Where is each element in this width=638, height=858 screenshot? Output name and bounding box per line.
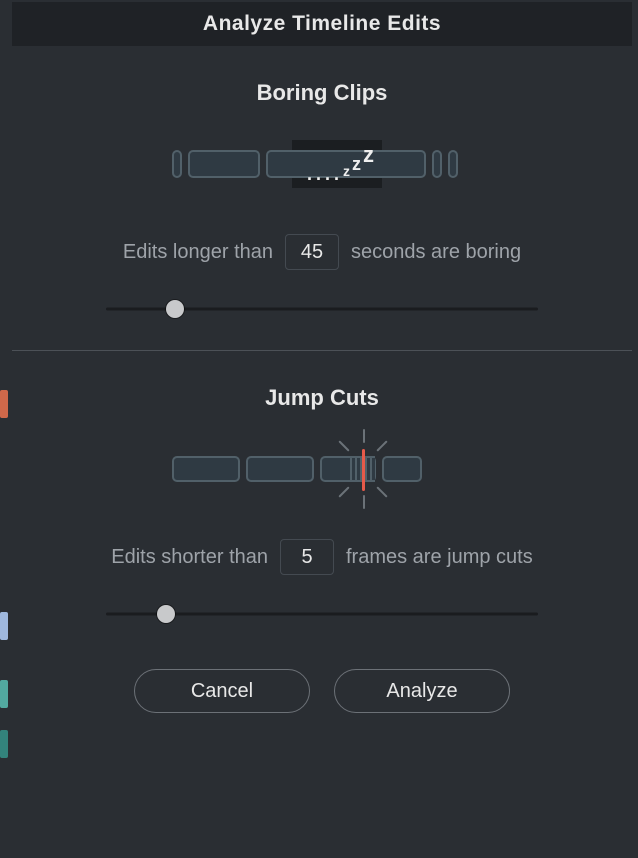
jumpcuts-frames-input[interactable] <box>280 539 334 575</box>
jump-cuts-clips-row <box>172 456 472 482</box>
jumpcuts-sentence-post: frames are jump cuts <box>346 546 533 569</box>
analyze-timeline-edits-panel: Analyze Timeline Edits Boring Clips ....… <box>12 2 632 858</box>
clip-segment <box>448 150 458 178</box>
panel-title: Analyze Timeline Edits <box>203 12 441 36</box>
background-sliver <box>0 390 8 418</box>
sleep-icon: ....zzz <box>307 152 374 178</box>
boring-threshold-slider[interactable] <box>106 298 538 320</box>
clip-segment <box>172 150 182 178</box>
jump-cuts-section: Jump Cuts Edits shorter than f <box>12 350 632 655</box>
cancel-button[interactable]: Cancel <box>134 669 310 713</box>
clip-segment <box>432 150 442 178</box>
jumpcuts-threshold-slider[interactable] <box>106 603 538 625</box>
clip-segment <box>172 456 240 482</box>
boring-sentence-pre: Edits longer than <box>123 241 273 264</box>
jump-cuts-illustration <box>172 439 472 499</box>
cut-marker-icon <box>362 449 365 491</box>
boring-seconds-input[interactable] <box>285 234 339 270</box>
boring-sentence-post: seconds are boring <box>351 241 521 264</box>
background-sliver <box>0 612 8 640</box>
slider-handle[interactable] <box>166 300 184 318</box>
boring-threshold-sentence: Edits longer than seconds are boring <box>36 234 608 270</box>
boring-clips-heading: Boring Clips <box>36 80 608 106</box>
jump-cuts-heading: Jump Cuts <box>36 385 608 411</box>
dialog-buttons: Cancel Analyze <box>12 655 632 747</box>
boring-clips-section: Boring Clips ....zzz Edits longer than s… <box>12 46 632 350</box>
slider-handle[interactable] <box>157 605 175 623</box>
background-sliver <box>0 730 8 758</box>
boring-clips-illustration: ....zzz <box>172 134 472 194</box>
panel-titlebar: Analyze Timeline Edits <box>12 2 632 46</box>
clip-segment <box>382 456 422 482</box>
background-sliver <box>0 680 8 708</box>
analyze-button[interactable]: Analyze <box>334 669 510 713</box>
jumpcuts-threshold-sentence: Edits shorter than frames are jump cuts <box>36 539 608 575</box>
clip-cut-region <box>347 456 375 482</box>
clip-segment <box>246 456 314 482</box>
jumpcuts-sentence-pre: Edits shorter than <box>111 546 268 569</box>
clip-segment <box>188 150 260 178</box>
